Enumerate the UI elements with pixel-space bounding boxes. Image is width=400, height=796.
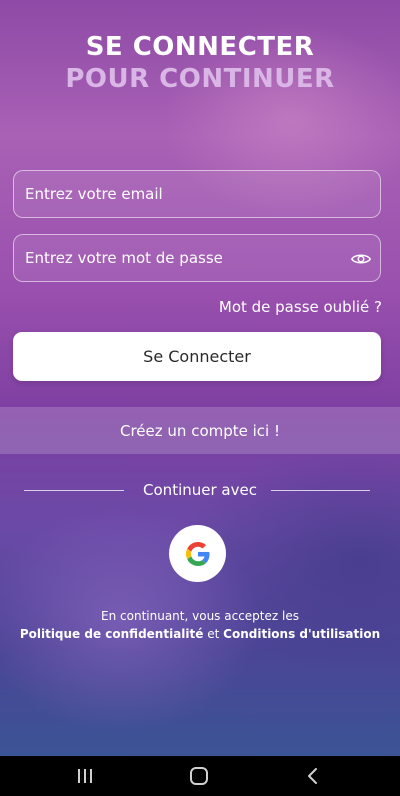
google-sign-in-button[interactable] xyxy=(169,525,226,582)
forgot-password-link[interactable]: Mot de passe oublié ? xyxy=(219,298,382,316)
legal-text: En continuant, vous acceptez les xyxy=(101,609,299,623)
home-icon[interactable] xyxy=(184,766,214,786)
create-account-link[interactable]: Créez un compte ici ! xyxy=(0,407,400,454)
legal-links: Politique de confidentialité et Conditio… xyxy=(0,627,400,641)
email-field[interactable] xyxy=(14,171,380,217)
recents-icon[interactable] xyxy=(70,766,100,786)
terms-of-use-link[interactable]: Conditions d'utilisation xyxy=(223,627,380,641)
legal-conjunction: et xyxy=(207,627,220,641)
password-field[interactable] xyxy=(14,235,380,281)
email-field-container xyxy=(13,170,381,218)
divider-line-right xyxy=(271,490,370,491)
system-navigation-bar xyxy=(0,756,400,796)
login-button[interactable]: Se Connecter xyxy=(13,332,381,381)
privacy-policy-link[interactable]: Politique de confidentialité xyxy=(20,627,204,641)
create-account-label: Créez un compte ici ! xyxy=(120,421,280,440)
back-icon[interactable] xyxy=(298,766,328,786)
google-g-icon xyxy=(185,541,209,566)
eye-icon[interactable] xyxy=(350,248,372,270)
page-title: SE CONNECTER xyxy=(85,32,315,62)
password-field-container xyxy=(13,234,381,282)
page-subtitle: POUR CONTINUER xyxy=(65,64,335,94)
